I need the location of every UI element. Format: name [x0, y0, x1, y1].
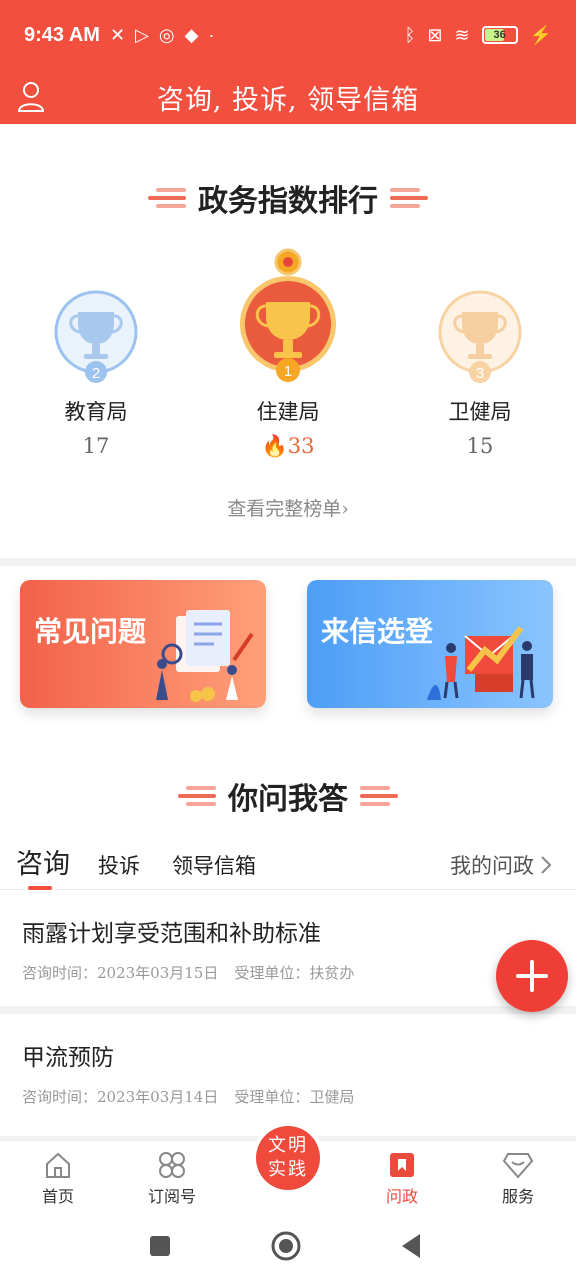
heading-deco-icon: [360, 785, 400, 807]
nav-label: 服务: [501, 1187, 534, 1206]
question-meta: 咨询时间：2023年03月15日 受理单位：扶贫办: [22, 962, 354, 983]
chevron-right-icon: [541, 856, 552, 874]
rank-dept: 卫健局: [448, 400, 512, 424]
plus-icon: [516, 960, 548, 992]
faq-card[interactable]: 常见问题: [20, 580, 266, 708]
wifi-icon: ≋: [454, 24, 470, 45]
tab-label: 投诉: [98, 854, 140, 878]
charging-icon: ⚡: [529, 24, 552, 45]
rank-score: 🔥33: [208, 434, 368, 459]
page-title: 咨询, 投诉, 领导信箱: [156, 84, 420, 116]
question-title: 甲流预防: [22, 1045, 114, 1071]
ranking-section: 政务指数排行 2 教育局 17 1 住建局 🔥33 3 卫健局 15 查看完整榜…: [0, 124, 576, 558]
back-icon[interactable]: [398, 1232, 424, 1260]
service-icon: [502, 1153, 534, 1179]
feature-cards: 常见问题 来信选登: [0, 566, 576, 736]
tab-consult[interactable]: 咨询: [16, 842, 70, 890]
full-list-link[interactable]: 查看完整榜单›: [0, 494, 576, 521]
letters-label: 来信选登: [321, 615, 434, 648]
qa-tabs: 咨询 投诉 领导信箱 我的问政: [0, 842, 576, 890]
status-bar: 9:43 AM ✕ ▷ ◎ ◆ · ᛒ ⊠ ≋ 36 ⚡: [0, 0, 576, 70]
subscribe-icon: [159, 1152, 185, 1178]
bronze-trophy-icon: 3: [438, 290, 522, 383]
civilization-practice-button[interactable]: 文明 实践: [252, 1122, 324, 1194]
nav-label: 问政: [385, 1187, 418, 1206]
rank-score-value: 33: [287, 434, 315, 458]
letters-illustration-icon: [427, 626, 535, 700]
clock: 9:43 AM: [24, 23, 100, 46]
heading-deco-icon: [176, 785, 216, 807]
question-meta: 咨询时间：2023年03月14日 受理单位：卫健局: [22, 1086, 354, 1107]
nav-label: 订阅号: [147, 1187, 196, 1206]
rank-dept: 教育局: [64, 400, 128, 424]
faq-illustration-icon: [156, 610, 254, 702]
rank-dept: 住建局: [256, 400, 320, 424]
tab-label: 领导信箱: [172, 854, 256, 878]
ranking-heading: 政务指数排行: [0, 176, 576, 220]
nav-label: 首页: [41, 1187, 74, 1206]
location-icon: ◎: [158, 24, 175, 45]
rank-number: 1: [284, 363, 292, 380]
rank-item-1[interactable]: 1 住建局 🔥33: [208, 244, 368, 459]
rank-number: 3: [476, 365, 484, 382]
question-unit: 受理单位：卫健局: [234, 1088, 355, 1106]
list-item[interactable]: 雨露计划享受范围和补助标准 咨询时间：2023年03月15日 受理单位：扶贫办: [0, 890, 576, 1006]
app-header: 咨询, 投诉, 领导信箱: [0, 70, 576, 124]
heading-deco-icon: [146, 187, 186, 209]
add-question-button[interactable]: [496, 940, 568, 1012]
home-icon: [46, 1152, 70, 1178]
chevron-right-icon: ›: [341, 498, 349, 520]
tab-complaint[interactable]: 投诉: [98, 850, 140, 880]
rank-score: 15: [466, 434, 494, 458]
battery-icon: 36: [481, 26, 518, 44]
gold-trophy-icon: 1: [240, 248, 336, 382]
tab-label: 咨询: [16, 849, 70, 880]
nav-service[interactable]: 服务: [468, 1147, 568, 1207]
nav-wenzheng[interactable]: 问政: [352, 1147, 452, 1207]
silver-trophy-icon: 2: [54, 290, 138, 383]
bookmark-icon: [390, 1153, 414, 1177]
nav-home[interactable]: 首页: [8, 1147, 108, 1207]
my-questions-link[interactable]: 我的问政: [450, 850, 552, 880]
faq-label: 常见问题: [34, 615, 147, 648]
question-time: 咨询时间：2023年03月14日: [22, 1088, 219, 1106]
question-unit: 受理单位：扶贫办: [234, 964, 355, 982]
list-item[interactable]: 甲流预防 咨询时间：2023年03月14日 受理单位：卫健局: [0, 1014, 576, 1130]
letters-card[interactable]: 来信选登: [307, 580, 553, 708]
question-time: 咨询时间：2023年03月15日: [22, 964, 219, 982]
home-button-icon[interactable]: [270, 1230, 302, 1262]
question-title: 雨露计划享受范围和补助标准: [22, 921, 321, 947]
user-icon[interactable]: [16, 80, 46, 114]
divider: [0, 1006, 576, 1014]
fire-icon: 🔥: [261, 434, 288, 458]
system-nav-bar: [0, 1212, 576, 1280]
heading-deco-icon: [390, 187, 430, 209]
nav-subscribe[interactable]: 订阅号: [122, 1147, 222, 1207]
qa-section: 你问我答 咨询 投诉 领导信箱 我的问政 雨露计划享受范围和补助标准 咨询时间：…: [0, 736, 576, 1136]
dot-icon: ·: [208, 24, 215, 45]
battery-level: 36: [493, 29, 506, 41]
center-label-bottom: 实践: [268, 1159, 308, 1180]
rank-item-2[interactable]: 2 教育局 17: [16, 282, 176, 458]
full-list-label: 查看完整榜单: [227, 498, 342, 520]
tab-leader-mailbox[interactable]: 领导信箱: [172, 850, 256, 880]
qa-title: 你问我答: [228, 782, 348, 817]
ranking-title: 政务指数排行: [198, 184, 378, 219]
center-label-top: 文明: [268, 1135, 308, 1156]
rank-score: 17: [82, 434, 110, 458]
rank-item-3[interactable]: 3 卫健局 15: [400, 282, 560, 458]
my-questions-label: 我的问政: [450, 854, 534, 878]
bluetooth-icon: ᛒ: [404, 24, 416, 45]
play-icon: ▷: [135, 24, 149, 45]
rank-number: 2: [92, 365, 100, 382]
qa-heading: 你问我答: [0, 774, 576, 818]
app-icon: ◆: [184, 24, 199, 45]
recents-icon[interactable]: [148, 1234, 172, 1258]
no-sim-icon: ⊠: [427, 24, 443, 45]
mute-icon: ✕: [109, 24, 126, 45]
notification-icons: ✕ ▷ ◎ ◆ ·: [110, 25, 215, 46]
